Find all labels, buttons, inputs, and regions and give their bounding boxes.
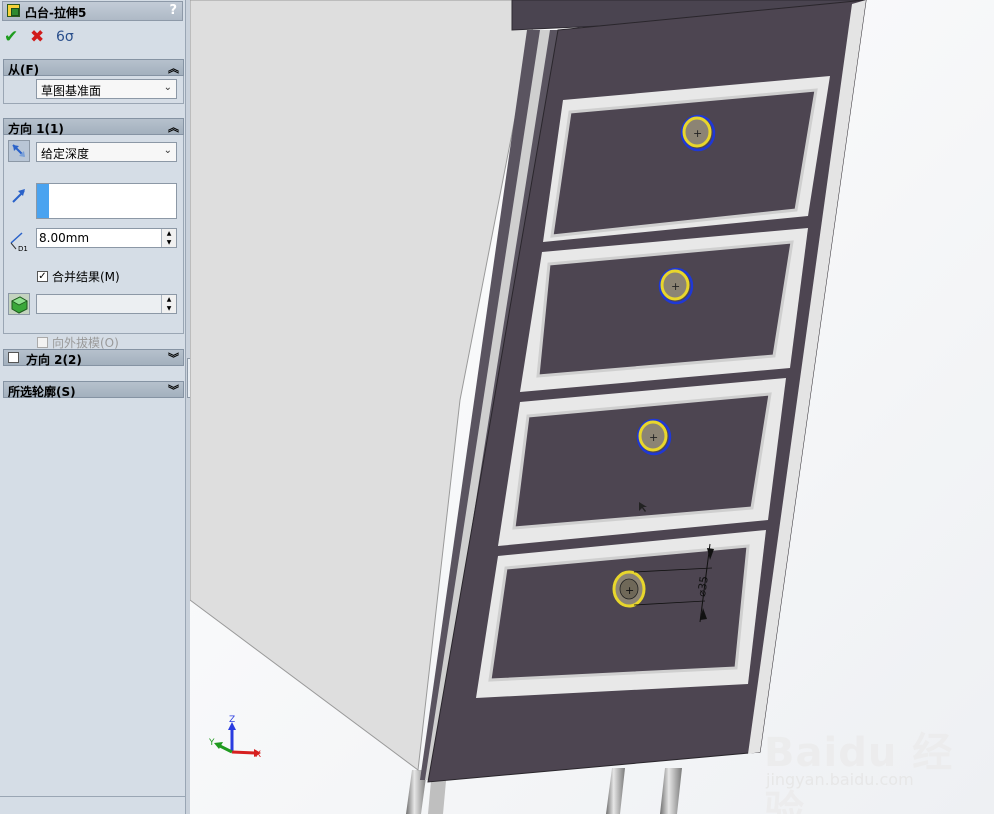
- direction-reference-list[interactable]: [36, 183, 177, 219]
- drawer-knob[interactable]: +: [658, 267, 694, 305]
- end-condition-select[interactable]: 给定深度 ⌄: [36, 142, 177, 162]
- drawer-knob[interactable]: +: [680, 114, 716, 152]
- expand-icon: ︾: [168, 384, 179, 397]
- drawer-knob[interactable]: +: [636, 418, 672, 456]
- from-group: 从(F) ︽ 草图基准面 ⌄: [3, 59, 184, 104]
- svg-text:+: +: [671, 280, 680, 293]
- direction1-group-header[interactable]: 方向 1(1) ︽: [3, 118, 184, 136]
- selected-contours-title: 所选轮廓(S): [8, 385, 76, 399]
- direction-arrow-icon: [12, 189, 25, 203]
- triad-z-label: Z: [229, 715, 235, 725]
- from-group-header[interactable]: 从(F) ︽: [3, 59, 184, 77]
- cad-model-canvas[interactable]: + + + + ⌀35 Z X Y: [190, 0, 994, 814]
- end-condition-value: 给定深度: [41, 147, 90, 161]
- cancel-button[interactable]: ✖: [30, 27, 44, 47]
- property-manager-panel: 凸台-拉伸5 ? ✔ ✖ 6σ 从(F) ︽ 草图基准面 ⌄ 方向 1(1) ︽: [0, 0, 186, 814]
- panel-bottom-divider: [0, 796, 186, 797]
- depth-input[interactable]: 8.00mm ▲ ▼: [36, 228, 177, 248]
- feature-title: 凸台-拉伸5: [25, 6, 87, 20]
- selected-contours-group: 所选轮廓(S) ︾: [3, 381, 184, 399]
- chevron-down-icon: ⌄: [163, 82, 172, 93]
- direction1-group-body: 给定深度 ⌄ D1 8.00mm ▲ ▼ ✓ 合并结果(M) ▲ ▼ 向外拔模(…: [3, 135, 184, 350]
- triad-x-label: X: [255, 750, 261, 760]
- body-selection-field[interactable]: ▲ ▼: [36, 294, 177, 314]
- from-group-body: 草图基准面 ⌄: [3, 76, 184, 104]
- selection-focus-bar: [37, 184, 49, 218]
- merge-result-checkbox[interactable]: ✓: [37, 271, 48, 282]
- body-select-button[interactable]: [8, 293, 30, 315]
- body-selection-spinner[interactable]: ▲ ▼: [161, 295, 176, 313]
- merge-result-label: 合并结果(M): [52, 270, 120, 284]
- drawer-knob-selected[interactable]: +: [612, 570, 646, 608]
- drawer[interactable]: [543, 76, 830, 242]
- graphics-viewport[interactable]: + + + + ⌀35 Z X Y Baidu 经验 jingyan.baidu…: [190, 0, 994, 814]
- help-icon[interactable]: ?: [169, 3, 177, 18]
- start-condition-select[interactable]: 草图基准面 ⌄: [36, 79, 177, 99]
- selected-contours-header[interactable]: 所选轮廓(S) ︾: [3, 381, 184, 399]
- preview-button[interactable]: 6σ: [56, 27, 74, 47]
- chevron-down-icon: ⌄: [163, 145, 172, 156]
- svg-text:+: +: [693, 127, 702, 140]
- svg-text:+: +: [625, 584, 634, 597]
- collapse-icon: ︽: [168, 62, 179, 75]
- draft-outward-checkbox[interactable]: [37, 337, 48, 348]
- direction2-group-title: 方向 2(2): [26, 353, 82, 367]
- svg-text:D1: D1: [18, 245, 28, 253]
- depth-spinner[interactable]: ▲ ▼: [161, 229, 176, 247]
- svg-text:+: +: [649, 431, 658, 444]
- feature-title-bar: 凸台-拉伸5 ?: [2, 1, 183, 21]
- direction2-group-header[interactable]: 方向 2(2) ︾: [3, 349, 184, 367]
- reverse-direction-icon: [12, 144, 25, 157]
- collapse-icon: ︽: [168, 121, 179, 134]
- direction2-checkbox[interactable]: [8, 352, 19, 363]
- solid-body-icon: [11, 296, 28, 314]
- boss-extrude-icon: [7, 4, 20, 17]
- drawer[interactable]: [498, 378, 786, 546]
- start-condition-value: 草图基准面: [41, 84, 102, 98]
- direction1-group: 方向 1(1) ︽ 给定深度 ⌄ D1 8.00mm ▲ ▼ ✓ 合并结果(M)…: [3, 118, 184, 350]
- triad-y-label: Y: [208, 738, 215, 748]
- direction2-group: 方向 2(2) ︾: [3, 349, 184, 367]
- reverse-direction-button[interactable]: [8, 140, 30, 162]
- expand-icon: ︾: [168, 352, 179, 365]
- depth-dimension-icon: D1: [10, 232, 28, 253]
- drawer[interactable]: [520, 228, 808, 392]
- depth-value: 8.00mm: [39, 231, 90, 245]
- watermark-brand: Baidu 经验: [764, 730, 954, 814]
- watermark-url: jingyan.baidu.com: [766, 770, 914, 789]
- ok-button[interactable]: ✔: [4, 27, 18, 47]
- drawer[interactable]: [476, 530, 766, 698]
- baidu-watermark: Baidu 经验 jingyan.baidu.com: [756, 700, 994, 814]
